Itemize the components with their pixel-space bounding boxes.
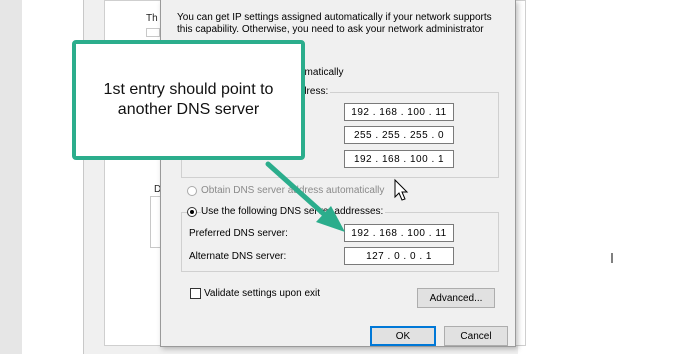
validate-label: Validate settings upon exit xyxy=(204,288,321,299)
background-text-fragment: Th xyxy=(146,13,158,24)
ip-address-field[interactable]: 192 . 168 . 100 . 11 xyxy=(344,103,454,121)
cancel-button[interactable]: Cancel xyxy=(444,326,508,346)
background-fragment-box xyxy=(146,28,160,37)
left-gray-strip xyxy=(0,0,22,354)
subnet-mask-field[interactable]: 255 . 255 . 255 . 0 xyxy=(344,126,454,144)
intro-line-1: You can get IP settings assigned automat… xyxy=(177,12,492,23)
preferred-dns-label: Preferred DNS server: xyxy=(189,228,288,239)
validate-checkbox[interactable] xyxy=(190,288,201,299)
ok-button[interactable]: OK xyxy=(370,326,436,346)
use-dns-radio[interactable] xyxy=(187,207,197,217)
obtain-dns-radio[interactable] xyxy=(187,186,197,196)
intro-text: You can get IP settings assigned automat… xyxy=(177,12,499,36)
obtain-dns-label: Obtain DNS server address automatically xyxy=(201,185,385,196)
intro-line-2: this capability. Otherwise, you need to … xyxy=(177,24,484,35)
use-dns-label: Use the following DNS server addresses: xyxy=(201,206,386,217)
alternate-dns-field[interactable]: 127 . 0 . 0 . 1 xyxy=(344,247,454,265)
alternate-dns-label: Alternate DNS server: xyxy=(189,251,287,262)
advanced-button[interactable]: Advanced... xyxy=(417,288,495,308)
default-gateway-field[interactable]: 192 . 168 . 100 . 1 xyxy=(344,150,454,168)
annotation-callout: 1st entry should point to another DNS se… xyxy=(72,40,305,160)
preferred-dns-field[interactable]: 192 . 168 . 100 . 11 xyxy=(344,224,454,242)
obtain-ip-automatically-fragment: omatically xyxy=(299,67,344,78)
callout-text: 1st entry should point to another DNS se… xyxy=(103,81,274,118)
